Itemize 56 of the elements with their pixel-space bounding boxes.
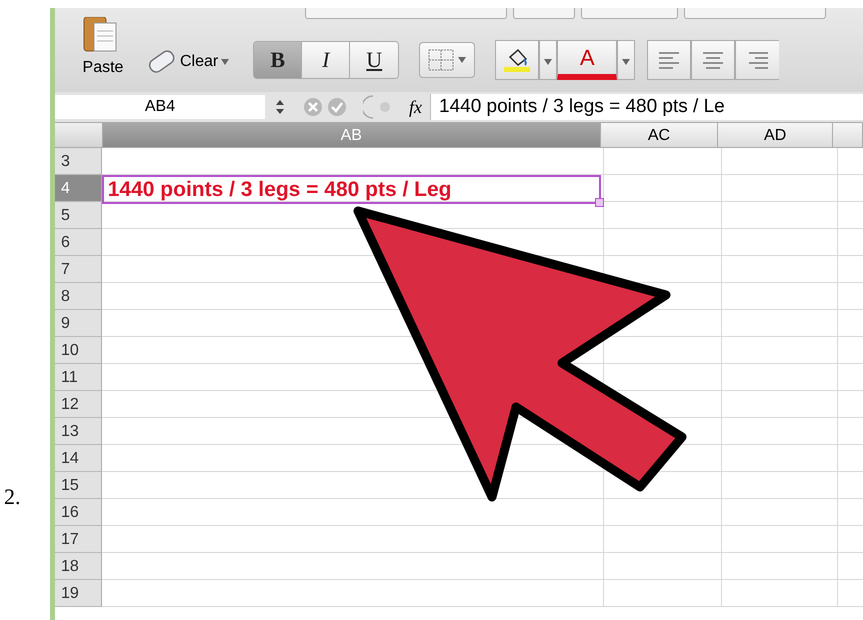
- font-size-field[interactable]: [513, 8, 575, 19]
- row-header[interactable]: 11: [55, 364, 102, 391]
- selected-cell[interactable]: 1440 points / 3 legs = 480 pts / Leg: [102, 175, 601, 204]
- stepper-icon[interactable]: [275, 99, 285, 115]
- row-header[interactable]: 18: [55, 553, 102, 580]
- formula-field[interactable]: 1440 points / 3 legs = 480 pts / Le: [430, 94, 863, 120]
- align-right-icon: [748, 51, 768, 69]
- align-right-button[interactable]: [735, 40, 780, 80]
- row-header[interactable]: 3: [55, 148, 102, 175]
- row-header[interactable]: 14: [55, 445, 102, 472]
- dropdown-button[interactable]: [539, 40, 558, 80]
- row-header[interactable]: 7: [55, 256, 102, 283]
- column-header[interactable]: AD: [718, 123, 834, 148]
- caret-icon: [221, 59, 230, 65]
- borders-button[interactable]: [419, 42, 476, 78]
- font-color-button[interactable]: A: [557, 40, 618, 80]
- step-number: 2.: [3, 483, 22, 511]
- align-left-button[interactable]: [647, 40, 692, 80]
- cancel-icon[interactable]: [303, 97, 323, 117]
- clear-button[interactable]: Clear: [143, 49, 232, 75]
- caret-icon: [544, 58, 552, 64]
- row-header[interactable]: 17: [55, 526, 102, 553]
- paste-label[interactable]: Paste: [82, 59, 124, 77]
- name-box[interactable]: AB4: [55, 95, 265, 119]
- format-button[interactable]: I: [302, 42, 350, 78]
- fill-color-button[interactable]: [495, 40, 540, 80]
- font-name-field[interactable]: [305, 8, 507, 19]
- row-header[interactable]: 10: [55, 337, 102, 364]
- cell-text: 1440 points / 3 legs = 480 pts / Leg: [106, 178, 452, 202]
- row-header[interactable]: 13: [55, 418, 102, 445]
- column-header[interactable]: [833, 123, 863, 148]
- grid-icon: [428, 49, 454, 71]
- format-button[interactable]: U: [350, 42, 398, 78]
- align-center-icon: [702, 51, 724, 69]
- row-header[interactable]: 15: [55, 472, 102, 499]
- row-header[interactable]: 12: [55, 391, 102, 418]
- toolbar-button[interactable]: [684, 8, 826, 19]
- row-header[interactable]: 19: [55, 580, 102, 607]
- row-header[interactable]: 9: [55, 310, 102, 337]
- align-center-button[interactable]: [691, 40, 736, 80]
- checkmark-icon[interactable]: [327, 97, 347, 117]
- paint-bucket-icon: [502, 47, 532, 73]
- row-header[interactable]: 5: [55, 202, 102, 229]
- row-header[interactable]: 16: [55, 499, 102, 526]
- select-all-corner[interactable]: [55, 123, 103, 148]
- caret-icon: [458, 57, 466, 63]
- toolbar-button[interactable]: [581, 8, 678, 19]
- fill-handle[interactable]: [594, 198, 604, 207]
- column-header[interactable]: AC: [600, 123, 718, 148]
- dropdown-button[interactable]: [617, 40, 636, 80]
- fx-label[interactable]: fx: [409, 96, 422, 118]
- row-header[interactable]: 8: [55, 283, 102, 310]
- format-button[interactable]: B: [254, 42, 302, 78]
- align-left-icon: [658, 51, 680, 69]
- caret-icon: [622, 58, 630, 64]
- row-header[interactable]: 6: [55, 229, 102, 256]
